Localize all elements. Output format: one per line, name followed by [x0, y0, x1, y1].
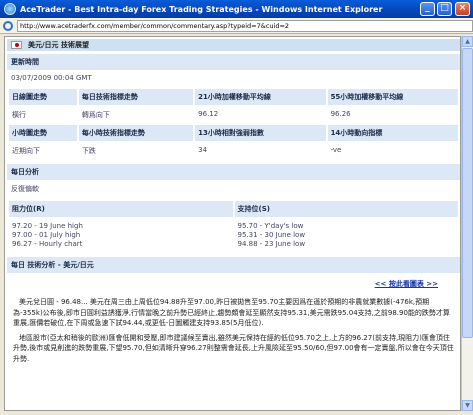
ma21-value: 96.12: [198, 110, 219, 118]
update-time-value: 03/07/2009 00:04 GMT: [11, 74, 92, 82]
rsi13-value: 34: [198, 146, 208, 154]
view-chart-link[interactable]: << 按此看圖表 >>: [7, 273, 460, 293]
indicator-table: 日線圖走勢 每日技術指標走勢 21小時加權移動平均線 55小時加權移動平均線 橫…: [7, 87, 460, 161]
scroll-down-icon[interactable]: ▼: [462, 400, 473, 411]
japan-flag-icon: [11, 41, 22, 49]
analysis-paragraph: 地區股市(亞太和稍後的歐洲)匯會低開和受壓,即市建議候至賣出,雖然美元保持在經約…: [13, 333, 454, 363]
dmi14-value: -ve: [330, 146, 342, 154]
ma55-value: 96.26: [330, 110, 351, 118]
window-titlebar[interactable]: AceTrader - Best Intra-day Forex Trading…: [0, 0, 473, 18]
resistance-level: 97.20 - 19 June high: [12, 222, 83, 230]
hourly-trend-header: 小時圖走勢: [9, 125, 77, 141]
scroll-thumb[interactable]: [462, 48, 473, 338]
support-list: 95.70 - Y'day's low 95.31 - 30 June low …: [235, 219, 459, 252]
daily-analysis-value: 反復偏軟: [11, 185, 39, 193]
hourly-indicator-header: 每小時技術指標走勢: [78, 125, 194, 141]
vertical-scrollbar[interactable]: ▲ ▼: [461, 36, 473, 411]
url-field[interactable]: http://www.acetraderfx.com/member/common…: [16, 19, 473, 32]
scroll-up-icon[interactable]: ▲: [462, 36, 473, 47]
analysis-header: 每日 技術分析 - 美元/日元: [7, 257, 460, 273]
ma21-header: 21小時加權移動平均線: [195, 89, 326, 105]
page-viewport: 美元/日元 技術展望 更新時間 03/07/2009 00:04 GMT 日線圖…: [4, 36, 461, 411]
minimize-button[interactable]: _: [420, 2, 435, 16]
resistance-level: 97.00 - 01 July high: [12, 231, 81, 239]
daily-trend-header: 日線圖走勢: [9, 89, 77, 105]
daily-analysis-label: 每日分析: [7, 164, 460, 180]
levels-table: 阻力位(R) 支持位(S) 97.20 - 19 June high 97.00…: [7, 199, 460, 254]
support-level: 95.70 - Y'day's low: [237, 222, 304, 230]
commentary-content: 美元/日元 技術展望 更新時間 03/07/2009 00:04 GMT 日線圖…: [7, 37, 460, 369]
ma55-header: 55小時加權移動平均線: [327, 89, 458, 105]
window-title: AceTrader - Best Intra-day Forex Trading…: [20, 4, 383, 14]
analysis-paragraph: 美元兌日圓 - 96.48... 美元在周三由上周低位94.88升至97.00,…: [13, 298, 450, 328]
hourly-trend-value: 近期向下: [12, 147, 40, 155]
resistance-header: 阻力位(R): [9, 201, 233, 217]
ie-page-icon: [3, 20, 13, 31]
maximize-button[interactable]: □: [437, 2, 452, 16]
hourly-indicator-value: 下跌: [81, 147, 96, 155]
rsi13-header: 13小時相對強弱指數: [195, 125, 326, 141]
support-level: 95.31 - 30 June low: [237, 231, 306, 239]
support-level: 94.88 - 23 June low: [237, 240, 306, 248]
resistance-list: 97.20 - 19 June high 97.00 - 01 July hig…: [9, 219, 233, 252]
close-button[interactable]: ×: [455, 2, 470, 16]
address-bar: http://www.acetraderfx.com/member/common…: [0, 18, 473, 34]
daily-indicator-header: 每日技術指標走勢: [78, 89, 194, 105]
dmi14-header: 14小時動向指標: [327, 125, 458, 141]
resistance-level: 96.27 - Hourly chart: [12, 240, 83, 248]
analysis-text: 美元兌日圓 - 96.48... 美元在周三由上周低位94.88升至97.00,…: [7, 293, 460, 365]
support-header: 支持位(S): [234, 201, 458, 217]
commentary-header: 美元/日元 技術展望: [7, 39, 460, 51]
page-title: 美元/日元 技術展望: [28, 41, 89, 49]
acetrader-app-icon: [4, 3, 16, 15]
daily-trend-value: 橫行: [12, 111, 26, 119]
daily-indicator-value: 轉爲向下: [81, 111, 110, 119]
update-time-label: 更新時間: [7, 54, 460, 70]
